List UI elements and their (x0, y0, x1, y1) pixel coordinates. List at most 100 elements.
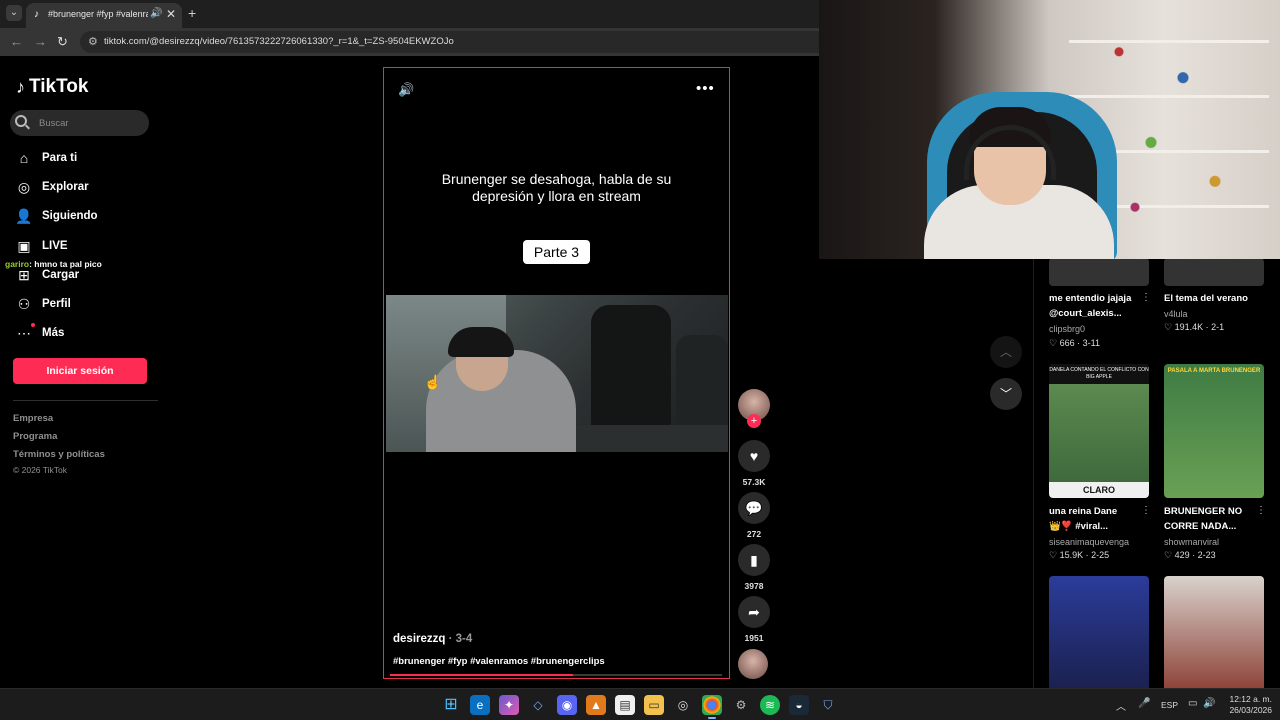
chevron-down-icon: ﹀ (999, 387, 1012, 401)
sidebar-item-mas[interactable]: ⋯ Más (14, 322, 64, 344)
tiktok-logo[interactable]: ♪ TikTok (16, 76, 88, 98)
back-icon[interactable]: ← (10, 34, 23, 49)
video-player[interactable]: 🔊 ••• Brunenger se desahoga, habla de su… (383, 67, 730, 679)
recommended-thumb[interactable] (1049, 258, 1149, 286)
obs-icon[interactable]: ◎ (673, 695, 693, 715)
tab-audio-icon[interactable]: 🔊 (150, 8, 162, 19)
tiktok-logo-icon: ♪ (16, 76, 25, 97)
author-name[interactable]: desirezzq (393, 633, 445, 645)
kebab-icon[interactable]: ⋮ (1256, 505, 1266, 516)
recommended-thumb[interactable]: PASALA A MARTA BRUNENGER (1164, 364, 1264, 498)
footer-link-programa[interactable]: Programa (13, 431, 57, 442)
tab-search-chevron-icon[interactable]: ⌄ (6, 5, 22, 21)
share-icon: ➦ (748, 604, 760, 620)
network-icon[interactable]: ▭ (1188, 698, 1197, 709)
tab-close-icon[interactable]: ✕ (166, 7, 176, 21)
kebab-icon[interactable]: ⋮ (1141, 292, 1151, 303)
windows-taskbar: ⊞ e ✦ ◇ ◉ ▲ ▤ ▭ ◎ ⚙ ≋ ◒ ⛉ ︿ 🎤 ESP ▭ 🔊 12… (0, 688, 1280, 720)
search-input[interactable]: Buscar (10, 110, 149, 136)
input-language[interactable]: ESP (1161, 700, 1178, 710)
recommended-videos: me entendio jajaja @court_alexis... ⋮ cl… (1033, 258, 1280, 688)
start-windows-icon[interactable]: ⊞ (441, 695, 461, 715)
video-author[interactable]: v4lula (1164, 309, 1188, 319)
login-button[interactable]: Iniciar sesión (13, 358, 147, 384)
sidebar-item-explorar[interactable]: ◎ Explorar (14, 176, 89, 198)
video-date: · 3-4 (448, 633, 473, 645)
video-caption[interactable]: El tema del verano (1164, 291, 1254, 306)
sidebar-item-siguiendo[interactable]: 👤 Siguiendo (14, 205, 97, 227)
follow-plus-icon[interactable]: + (747, 414, 761, 428)
video-author[interactable]: desirezzq · 3-4 (393, 633, 472, 645)
video-date: 2-23 (1197, 550, 1216, 560)
fl-studio-icon[interactable]: ▲ (586, 695, 606, 715)
tiktok-favicon-icon: ♪ (34, 9, 39, 20)
video-stats: ♡ 191.4K · 2-1 (1164, 322, 1225, 332)
tray-chevron-up-icon[interactable]: ︿ (1116, 698, 1126, 713)
volume-icon[interactable]: 🔊 (398, 82, 414, 98)
video-caption[interactable]: una reina Dane 👑❣️ #viral... (1049, 504, 1139, 534)
share-count: 1951 (744, 633, 764, 643)
system-clock[interactable]: 12:12 a. m. 26/03/2026 (1216, 694, 1272, 716)
save-button[interactable]: ▮ (738, 544, 770, 576)
more-options-icon[interactable]: ••• (696, 80, 715, 97)
chrome-icon[interactable] (702, 695, 722, 715)
video-date: 3-11 (1082, 338, 1100, 348)
browser-tab[interactable]: ♪ #brunenger #fyp #valenram 🔊 ✕ (26, 3, 182, 28)
recommended-thumb[interactable] (1164, 258, 1264, 286)
edge-icon[interactable]: e (470, 695, 490, 715)
video-progress-bar[interactable] (390, 674, 722, 676)
following-icon: 👤 (15, 207, 33, 224)
site-info-icon[interactable]: ⚙ (88, 35, 98, 48)
new-tab-icon[interactable]: + (188, 5, 196, 21)
video-caption[interactable]: me entendio jajaja @court_alexis... (1049, 291, 1139, 321)
heart-icon: ♥ (749, 448, 759, 464)
sound-avatar[interactable] (738, 649, 768, 679)
search-placeholder: Buscar (39, 118, 69, 129)
footer-link-empresa[interactable]: Empresa (13, 413, 53, 424)
video-caption[interactable]: BRUNENGER NO CORRE NADA... (1164, 504, 1254, 534)
thumb-banner: PASALA A MARTA BRUNENGER (1167, 368, 1261, 374)
video-author[interactable]: clipsbrg0 (1049, 324, 1085, 334)
stream-chat-message: gariro: hmno ta pal pico (5, 259, 102, 269)
video-hashtags[interactable]: #brunenger #fyp #valenramos #brunengercl… (393, 656, 605, 667)
shield-icon[interactable]: ⛉ (818, 695, 838, 715)
settings-gear-icon[interactable]: ⚙ (731, 695, 751, 715)
reload-icon[interactable]: ↻ (57, 34, 68, 50)
clock-date: 26/03/2026 (1229, 705, 1272, 715)
next-video-button[interactable]: ﹀ (990, 378, 1022, 410)
comment-button[interactable]: 💬 (738, 492, 770, 524)
steam-icon[interactable]: ◒ (789, 695, 809, 715)
sidebar-item-para-ti[interactable]: ⌂ Para ti (14, 147, 77, 169)
recommended-thumb[interactable]: DANELA CONTANDO EL CONFLICTO CON BIG APP… (1049, 364, 1149, 498)
file-explorer-icon[interactable]: ▭ (644, 695, 664, 715)
thumb-footer: CLARO (1049, 482, 1149, 498)
discord-icon[interactable]: ◉ (557, 695, 577, 715)
sidebar-item-label: Explorar (42, 181, 89, 193)
volume-icon[interactable]: 🔊 (1203, 698, 1215, 709)
share-button[interactable]: ➦ (738, 596, 770, 628)
footer-link-terminos[interactable]: Términos y políticas (13, 449, 105, 460)
compass-icon: ◎ (17, 178, 31, 195)
profile-icon: ⚇ (17, 295, 31, 312)
like-button[interactable]: ♥ (738, 440, 770, 472)
video-author[interactable]: showmanviral (1164, 537, 1219, 547)
tab-title: #brunenger #fyp #valenram (48, 9, 148, 19)
previous-video-button[interactable]: ︿ (990, 336, 1022, 368)
recommended-thumb[interactable] (1049, 576, 1149, 688)
address-bar[interactable]: ⚙ tiktok.com/@desirezzq/video/7613573222… (80, 31, 820, 53)
recommended-thumb[interactable] (1164, 576, 1264, 688)
video-author[interactable]: siseanimaquevenga (1049, 537, 1129, 547)
sidebar-item-live[interactable]: ▣ LIVE (14, 235, 67, 257)
spotify-icon[interactable]: ≋ (760, 695, 780, 715)
kebab-icon[interactable]: ⋮ (1141, 505, 1151, 516)
screen: ⌄ ♪ #brunenger #fyp #valenram 🔊 ✕ + ← → … (0, 0, 1280, 720)
thumb-image (1049, 384, 1149, 482)
video-date: 2-1 (1211, 322, 1225, 332)
microphone-icon[interactable]: 🎤 (1138, 698, 1150, 709)
video-frame[interactable]: ☝ (386, 295, 728, 452)
sidebar-item-perfil[interactable]: ⚇ Perfil (14, 293, 71, 315)
copilot-icon[interactable]: ✦ (499, 695, 519, 715)
forward-icon[interactable]: → (34, 34, 47, 49)
vscode-icon[interactable]: ◇ (528, 695, 548, 715)
document-icon[interactable]: ▤ (615, 695, 635, 715)
